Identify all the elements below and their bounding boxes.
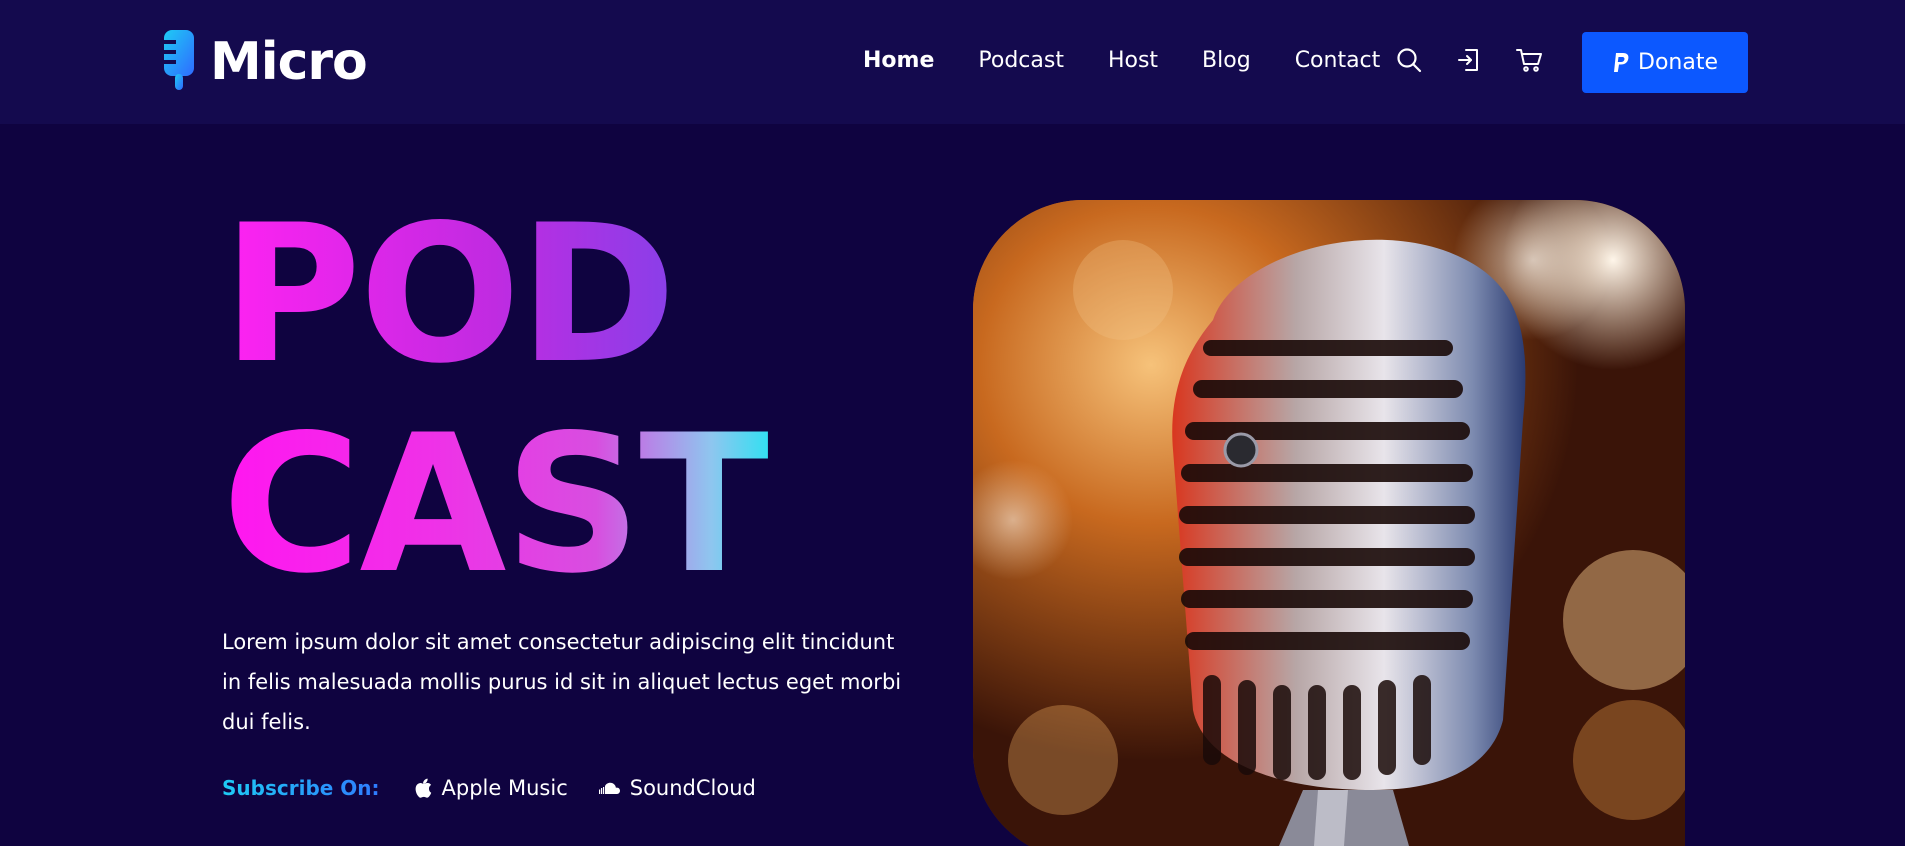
- main-nav: Home Podcast Host Blog Contact: [863, 44, 1424, 78]
- search-icon[interactable]: [1395, 46, 1423, 74]
- nav-contact[interactable]: Contact: [1295, 44, 1381, 78]
- nav-podcast[interactable]: Podcast: [978, 44, 1064, 78]
- brand-name: Micro: [210, 32, 368, 92]
- microphone-logo-icon: [162, 30, 194, 90]
- soundcloud-label: SoundCloud: [629, 776, 756, 800]
- subscribe-row: Subscribe On: Apple Music SoundCloud: [222, 772, 786, 804]
- cart-icon[interactable]: [1515, 46, 1543, 74]
- hero-description: Lorem ipsum dolor sit amet consectetur a…: [222, 630, 902, 734]
- soundcloud-icon: [598, 782, 620, 794]
- nav-home[interactable]: Home: [863, 44, 934, 78]
- soundcloud-link[interactable]: SoundCloud: [598, 772, 756, 804]
- apple-music-label: Apple Music: [441, 776, 568, 800]
- donate-button[interactable]: Donate: [1582, 32, 1748, 93]
- paypal-icon: [1614, 52, 1629, 72]
- apple-music-link[interactable]: Apple Music: [414, 772, 568, 804]
- login-icon[interactable]: [1455, 46, 1483, 74]
- hero-title: POD CAST: [222, 190, 902, 610]
- nav-host[interactable]: Host: [1108, 44, 1158, 78]
- hero-title-line-1: POD: [222, 190, 902, 400]
- nav-blog[interactable]: Blog: [1202, 44, 1251, 78]
- microphone-photo: [973, 200, 1685, 846]
- header-icons: [1395, 46, 1543, 74]
- apple-icon: [415, 778, 431, 798]
- subscribe-label: Subscribe On:: [222, 772, 380, 804]
- brand-logo[interactable]: Micro: [162, 30, 368, 94]
- donate-label: Donate: [1638, 50, 1718, 75]
- hero-title-line-2: CAST: [222, 400, 902, 610]
- site-header: Micro Home Podcast Host Blog Contact Don…: [0, 0, 1905, 124]
